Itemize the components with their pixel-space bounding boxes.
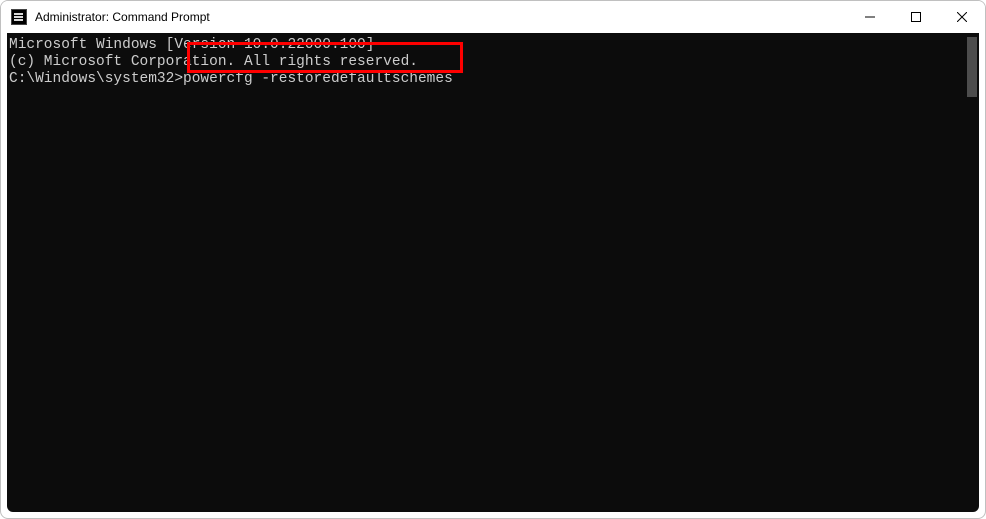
minimize-icon (865, 12, 875, 22)
close-icon (957, 12, 967, 22)
command-text: powercfg -restoredefaultschemes (183, 71, 453, 87)
maximize-button[interactable] (893, 1, 939, 33)
terminal-line: Microsoft Windows [Version 10.0.22000.10… (9, 37, 965, 54)
titlebar-left: Administrator: Command Prompt (1, 9, 210, 25)
close-button[interactable] (939, 1, 985, 33)
prompt-text: C:\Windows\system32> (9, 71, 183, 87)
scrollbar-thumb[interactable] (967, 37, 977, 97)
terminal-line: (c) Microsoft Corporation. All rights re… (9, 54, 965, 71)
cmd-icon (11, 9, 27, 25)
window-title: Administrator: Command Prompt (35, 10, 210, 24)
terminal-area[interactable]: Microsoft Windows [Version 10.0.22000.10… (7, 33, 979, 512)
terminal-prompt-line: C:\Windows\system32>powercfg -restoredef… (9, 71, 965, 88)
window-controls (847, 1, 985, 33)
maximize-icon (911, 12, 921, 22)
titlebar[interactable]: Administrator: Command Prompt (1, 1, 985, 33)
minimize-button[interactable] (847, 1, 893, 33)
command-prompt-window: Administrator: Command Prompt Micr (0, 0, 986, 519)
terminal-content[interactable]: Microsoft Windows [Version 10.0.22000.10… (7, 33, 965, 512)
